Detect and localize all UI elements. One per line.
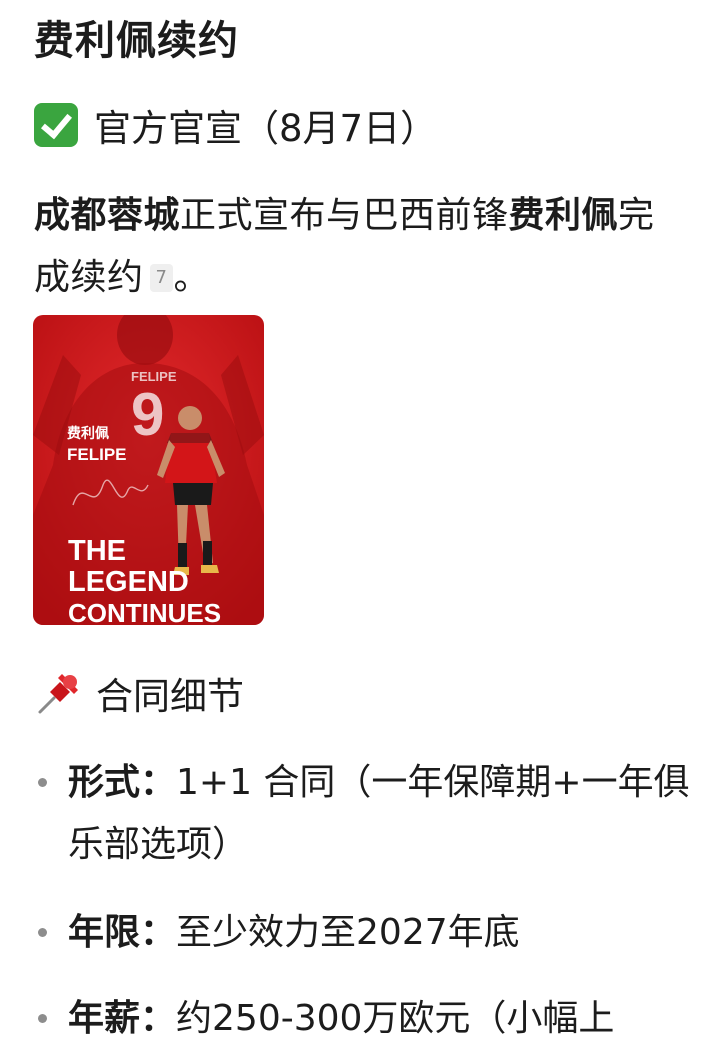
- bullet-dot: [38, 778, 47, 787]
- poster-tagline-1: THE: [68, 535, 126, 567]
- announcement-paragraph: 成都蓉城正式宣布与巴西前锋费利佩完成续约 7。: [34, 185, 684, 309]
- bullet-dot: [38, 928, 47, 937]
- contract-heading: 合同细节: [34, 666, 244, 720]
- poster-tagline-3: CONTINUES: [68, 598, 221, 625]
- article-page: 费利佩续约 官方官宣（8月7日） 成都蓉城正式宣布与巴西前锋费利佩完成续约 7。 …: [0, 0, 720, 1049]
- item-key: 年薪：: [68, 998, 177, 1039]
- item-key: 年限：: [68, 912, 177, 953]
- item-value: 约250-300万欧元（小幅上: [176, 998, 615, 1039]
- poster-tagline-2: LEGEND: [68, 566, 189, 598]
- item-key: 形式：: [68, 762, 177, 803]
- player-name: 费利佩: [508, 195, 619, 236]
- para-text-mid: 正式宣布与巴西前锋: [180, 195, 509, 236]
- list-item: 形式：1+1 合同（一年保障期+一年俱乐部选项）: [34, 752, 694, 876]
- item-value: 至少效力至2027年底: [176, 912, 520, 953]
- poster-graphic: FELIPE 9 费利佩 FELIPE THE LEGEND CONTINUES: [33, 315, 264, 625]
- page-title: 费利佩续约: [34, 18, 239, 64]
- contract-heading-text: 合同细节: [96, 675, 244, 718]
- renewal-poster-image[interactable]: FELIPE 9 费利佩 FELIPE THE LEGEND CONTINUES: [33, 315, 264, 625]
- list-item: 年限：至少效力至2027年底: [34, 902, 694, 964]
- poster-name-cn: 费利佩: [67, 425, 109, 442]
- announcement-heading: 官方官宣（8月7日）: [34, 98, 437, 152]
- list-item: 年薪：约250-300万欧元（小幅上: [34, 988, 694, 1050]
- poster-name-en: FELIPE: [67, 445, 127, 464]
- para-period: 。: [173, 257, 210, 298]
- pushpin-icon: [34, 668, 84, 718]
- poster-jersey-number: 9: [131, 381, 164, 448]
- club-name: 成都蓉城: [34, 195, 181, 236]
- bullet-dot: [38, 1014, 47, 1023]
- check-icon: [34, 103, 78, 147]
- announcement-heading-text: 官方官宣（8月7日）: [94, 107, 438, 150]
- citation-badge[interactable]: 7: [149, 264, 174, 292]
